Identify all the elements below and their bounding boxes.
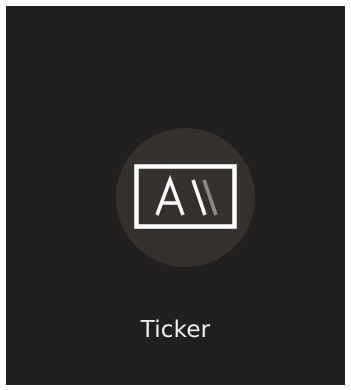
app-frame: Ticker [0,0,351,390]
ticker-icon [134,164,237,229]
icon-circle [116,128,255,267]
tile-label: Ticker [140,317,211,343]
ticker-tile[interactable]: Ticker [6,6,345,385]
